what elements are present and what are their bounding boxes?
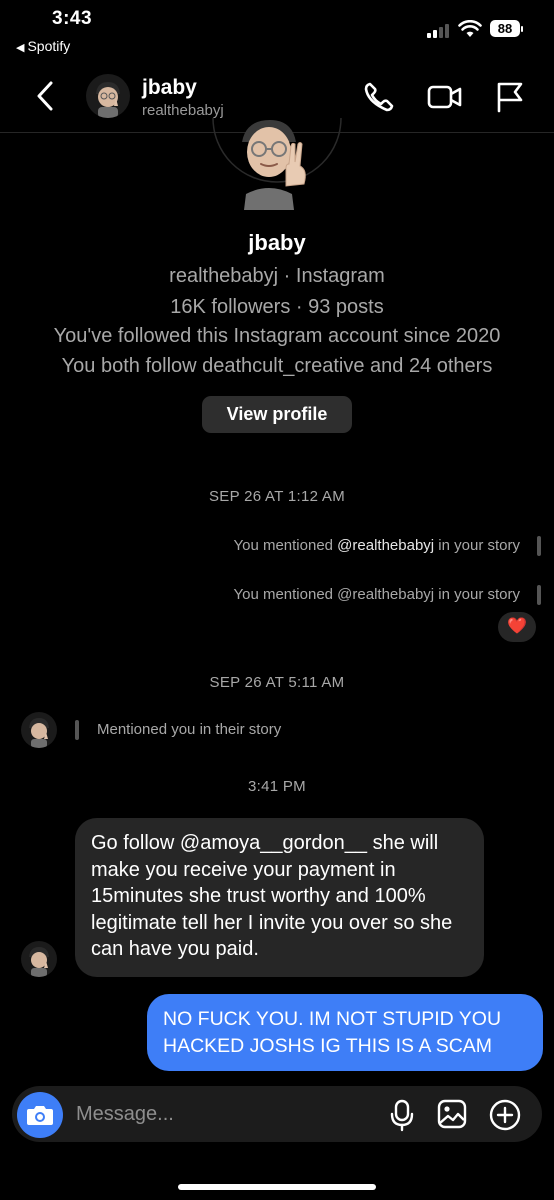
story-mention-outgoing[interactable]: You mentioned @realthebabyj in your stor…	[233, 537, 520, 554]
message-input[interactable]	[76, 1100, 366, 1128]
heart-reaction[interactable]: ❤️	[498, 612, 536, 642]
camera-button[interactable]	[17, 1092, 63, 1138]
header-avatar[interactable]	[86, 74, 130, 118]
gallery-icon[interactable]	[436, 1098, 468, 1130]
mention-prefix: You mentioned	[233, 537, 338, 554]
outgoing-message-bubble[interactable]: NO FUCK YOU. IM NOT STUPID YOU HACKED JO…	[147, 994, 543, 1071]
video-call-icon[interactable]	[426, 80, 464, 114]
profile-stats: 16K followers · 93 posts	[170, 296, 384, 318]
cellular-signal-icon	[427, 24, 453, 38]
report-flag-icon[interactable]	[494, 80, 526, 114]
back-app-label: Spotify	[27, 38, 71, 54]
phone-call-icon[interactable]	[362, 80, 396, 114]
add-plus-icon[interactable]	[488, 1098, 522, 1132]
profile-source-line: realthebabyj · Instagram	[169, 265, 385, 287]
timestamp: SEP 26 AT 5:11 AM	[209, 674, 345, 691]
incoming-message-bubble[interactable]: Go follow @amoya__gordon__ she will make…	[75, 818, 484, 977]
battery-icon: 88	[490, 20, 523, 37]
back-triangle-icon: ◀	[16, 42, 25, 54]
status-time: 3:43	[52, 8, 93, 29]
mention-suffix: in your story	[434, 537, 520, 554]
header-name[interactable]: jbaby	[142, 76, 197, 100]
story-reply-bar	[75, 720, 79, 740]
story-mention-outgoing[interactable]: You mentioned @realthebabyj in your stor…	[233, 586, 520, 603]
sender-avatar[interactable]	[21, 941, 57, 977]
camera-icon	[27, 1106, 53, 1125]
timestamp: SEP 26 AT 1:12 AM	[208, 488, 346, 505]
home-indicator[interactable]	[178, 1184, 376, 1190]
memoji-avatar-icon	[96, 82, 120, 118]
story-mention-incoming[interactable]: Mentioned you in their story	[97, 721, 281, 738]
view-profile-button[interactable]: View profile	[202, 396, 352, 433]
story-reply-bar	[537, 585, 541, 605]
memoji-avatar-icon	[29, 718, 49, 748]
profile-avatar[interactable]	[212, 98, 342, 214]
mention-handle-link[interactable]: @realthebabyj	[337, 537, 434, 554]
microphone-icon[interactable]	[388, 1098, 416, 1132]
story-reply-bar	[537, 536, 541, 556]
wifi-icon	[458, 20, 482, 37]
profile-name: jbaby	[248, 230, 306, 255]
timestamp: 3:41 PM	[248, 778, 306, 795]
back-chevron-icon[interactable]	[34, 80, 56, 112]
back-to-app-link[interactable]: ◀ Spotify	[16, 38, 70, 54]
profile-mutuals: You both follow deathcult_creative and 2…	[61, 355, 493, 377]
profile-followed-since: You've followed this Instagram account s…	[53, 325, 501, 347]
sender-avatar[interactable]	[21, 712, 57, 748]
memoji-avatar-icon	[29, 947, 49, 977]
